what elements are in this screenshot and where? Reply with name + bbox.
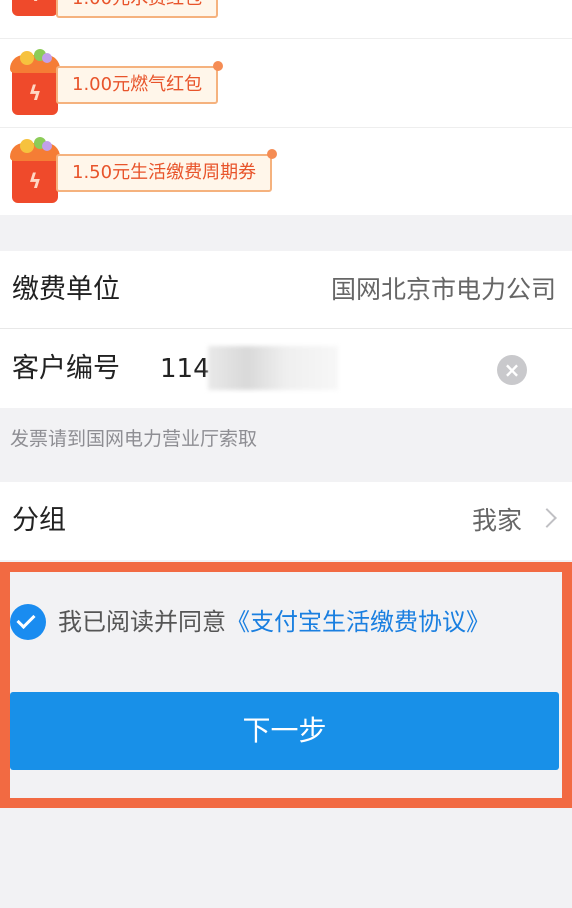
payment-page: ϟ 1.00元水费红包 ϟ 1.00元燃气红包 ϟ 1.50元生活缴费周期券: [0, 0, 572, 908]
coupon-list: ϟ 1.00元水费红包 ϟ 1.00元燃气红包 ϟ 1.50元生活缴费周期券: [0, 0, 572, 215]
coupon-item[interactable]: ϟ 1.00元燃气红包: [0, 40, 572, 128]
check-icon: [16, 609, 36, 630]
red-envelope-icon: ϟ: [10, 49, 60, 115]
group-row[interactable]: 分组 我家: [0, 482, 572, 560]
group-label: 分组: [12, 505, 66, 536]
customer-number-row: 客户编号 114 ×: [0, 330, 572, 408]
highlight-frame: [0, 562, 572, 808]
payment-form: 缴费单位 国网北京市电力公司 客户编号 114 ×: [0, 251, 572, 408]
agreement-prefix: 我已阅读并同意: [58, 608, 226, 636]
coupon-item[interactable]: ϟ 1.50元生活缴费周期券: [0, 128, 572, 216]
agreement-text: 我已阅读并同意《支付宝生活缴费协议》: [58, 604, 490, 640]
agreement-row: 我已阅读并同意《支付宝生活缴费协议》: [10, 604, 562, 642]
redacted-mask: [208, 346, 338, 390]
chevron-right-icon: [537, 508, 557, 528]
coupon-item[interactable]: ϟ 1.00元水费红包: [0, 0, 572, 39]
clear-icon[interactable]: ×: [497, 355, 527, 385]
invoice-note: 发票请到国网电力营业厅索取: [10, 428, 258, 450]
coupon-label: 1.00元水费红包: [56, 0, 219, 18]
red-envelope-icon: ϟ: [10, 137, 60, 203]
coupon-label: 1.50元生活缴费周期券: [56, 149, 278, 192]
payment-unit-row[interactable]: 缴费单位 国网北京市电力公司: [0, 251, 572, 329]
red-envelope-icon: ϟ: [12, 0, 58, 16]
coupon-label: 1.00元燃气红包: [56, 61, 224, 104]
agreement-link[interactable]: 《支付宝生活缴费协议》: [226, 608, 490, 636]
payment-unit-value: 国网北京市电力公司: [330, 275, 556, 304]
next-step-button[interactable]: 下一步: [10, 692, 559, 770]
payment-unit-label: 缴费单位: [12, 274, 120, 305]
customer-number-field[interactable]: 114: [160, 330, 210, 408]
customer-number-label: 客户编号: [12, 353, 120, 384]
group-value: 我家: [471, 506, 522, 535]
agreement-checkbox[interactable]: [10, 604, 46, 640]
